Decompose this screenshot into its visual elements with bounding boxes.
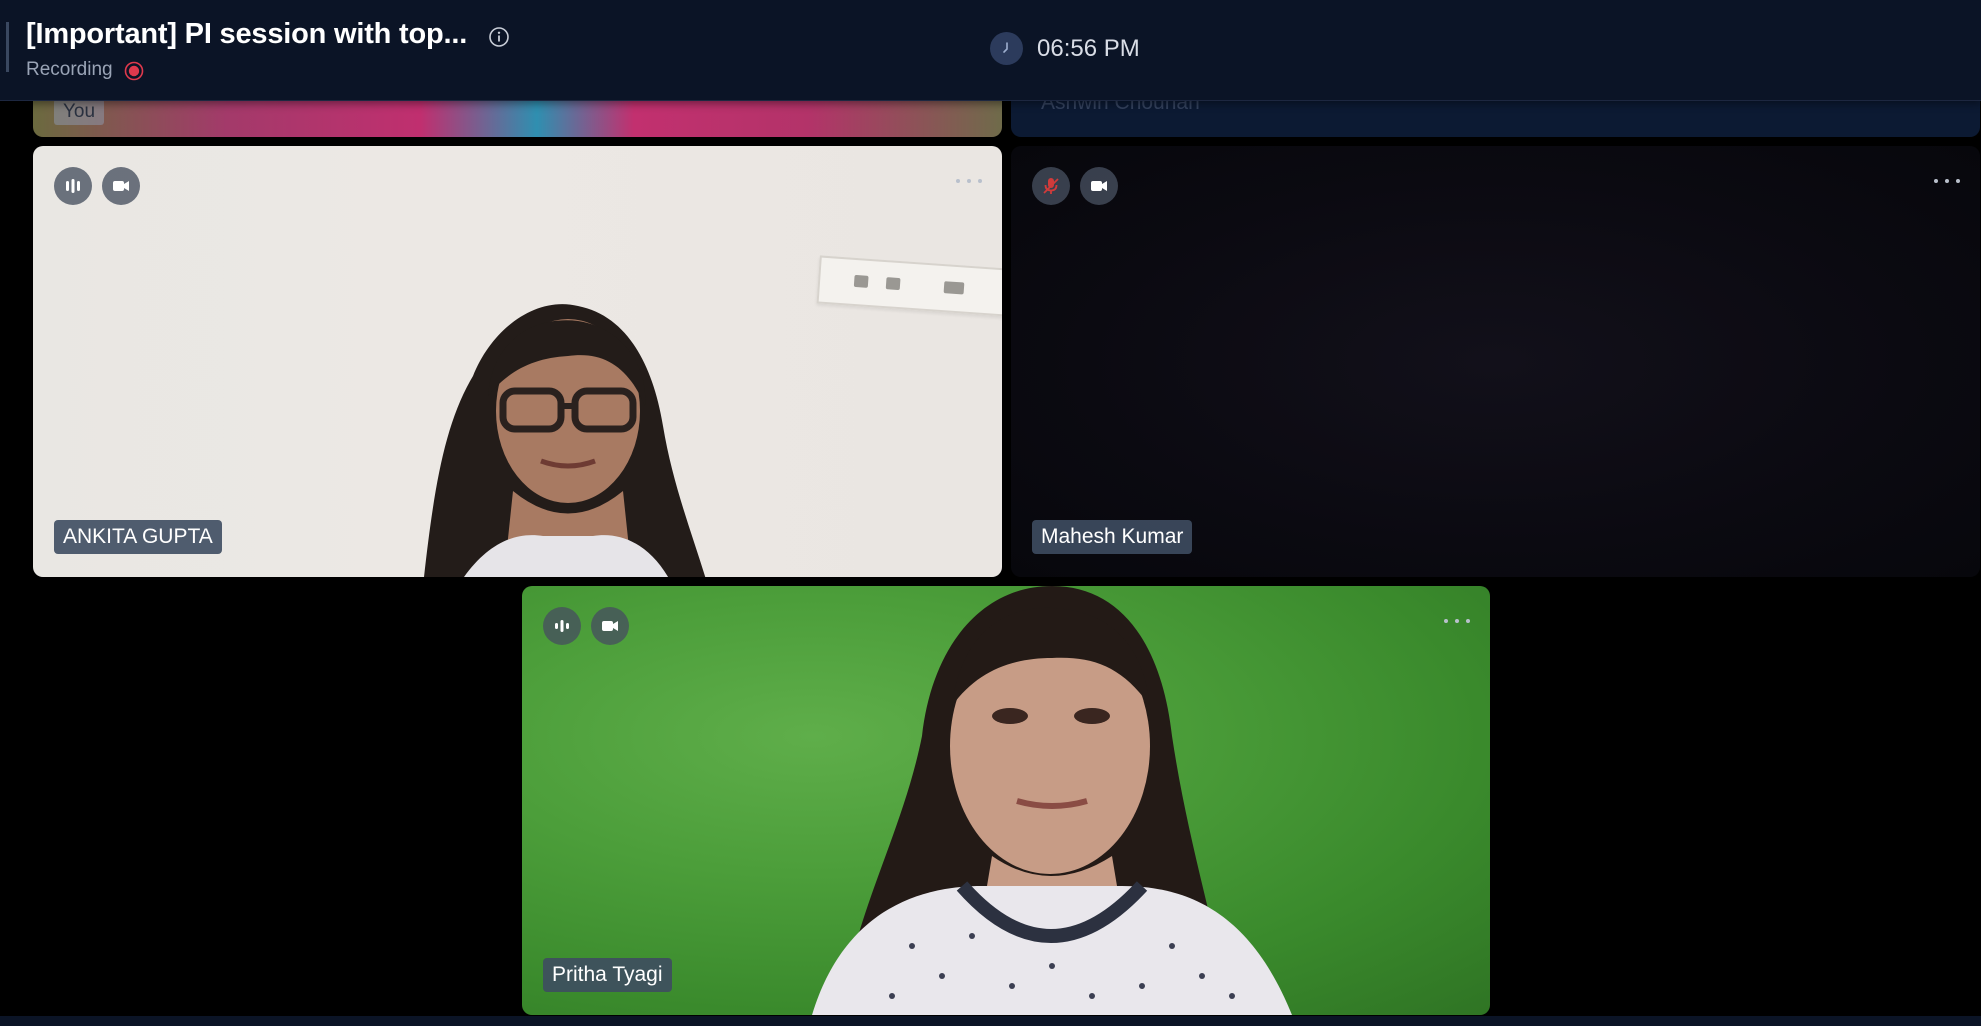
meeting-header: [Important] PI session with top... Recor…: [0, 0, 1981, 101]
name-tag-ankita: ANKITA GUPTA: [54, 520, 222, 554]
audio-level-icon: [54, 167, 92, 205]
participant-video-ankita: [424, 304, 706, 577]
more-options-icon[interactable]: [956, 176, 982, 186]
clock-icon: [990, 32, 1023, 65]
recording-label: Recording: [26, 59, 113, 80]
video-camera-icon: [102, 167, 140, 205]
name-tag-you: You: [54, 99, 105, 125]
video-tile-pritha[interactable]: Pritha Tyagi: [522, 586, 1490, 1015]
header-divider: [6, 22, 9, 72]
name-tag-mahesh: Mahesh Kumar: [1032, 520, 1193, 554]
name-tag-pritha: Pritha Tyagi: [543, 958, 672, 992]
meeting-stage: You Ashwin Chouhan ANKITA GUPTA Mahesh K…: [0, 0, 1981, 1026]
video-camera-icon: [591, 607, 629, 645]
audio-level-icon: [543, 607, 581, 645]
info-icon[interactable]: [488, 26, 510, 48]
more-options-icon[interactable]: [1444, 616, 1470, 626]
participant-video-pritha: [812, 586, 1292, 1015]
video-camera-icon: [1080, 167, 1118, 205]
wall-switchboard: [816, 255, 1002, 317]
bottom-strip: [0, 1016, 1981, 1026]
meeting-title: [Important] PI session with top...: [26, 18, 468, 50]
video-tile-mahesh[interactable]: Mahesh Kumar: [1011, 146, 1980, 577]
mic-muted-icon: [1032, 167, 1070, 205]
more-options-icon[interactable]: [1934, 176, 1960, 186]
record-dot-icon: [124, 61, 144, 81]
meeting-clock-time: 06:56 PM: [1037, 35, 1140, 62]
video-tile-ankita[interactable]: ANKITA GUPTA: [33, 146, 1002, 577]
